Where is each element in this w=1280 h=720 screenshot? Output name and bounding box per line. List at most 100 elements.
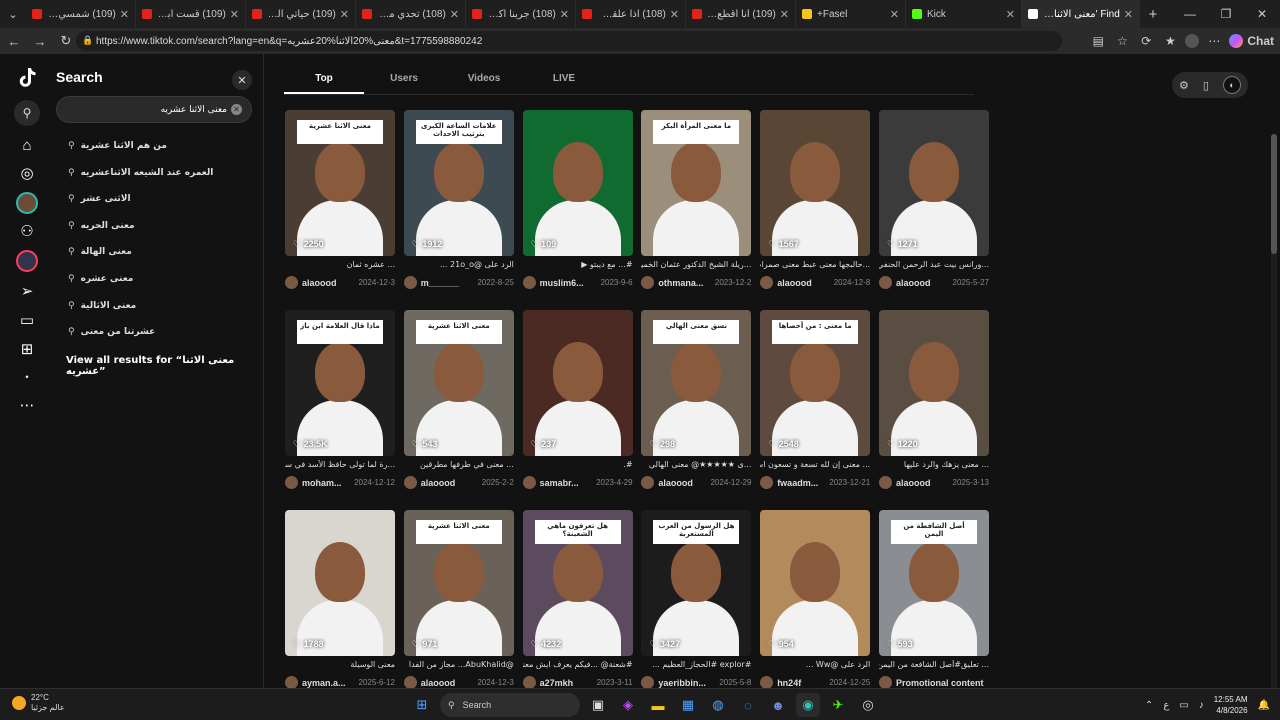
video-thumbnail[interactable]: ♡ 1567 — [760, 110, 871, 256]
video-title[interactable]: ...ريلة الشيخ الدكتور عثمان الخميس — [641, 260, 751, 269]
search-suggestion[interactable]: ⚲ من هم الاثنا عشرية — [68, 138, 167, 154]
following-avatar[interactable] — [16, 192, 38, 214]
creator-avatar[interactable] — [285, 276, 298, 289]
video-card[interactable]: ♡ 1271 ...ورانس بيت عبد الرحمن الحنفي al… — [879, 110, 989, 296]
search-suggestion[interactable]: ⚲ معنى الاثالية — [68, 298, 136, 314]
close-tab-icon[interactable]: ✕ — [890, 8, 899, 21]
back-icon[interactable]: ← — [2, 29, 26, 53]
close-tab-icon[interactable]: ✕ — [340, 8, 349, 21]
settings-icon[interactable]: ⚙ — [1179, 79, 1189, 92]
video-thumbnail[interactable]: معنى الاثنا عشرية ♡ 543 — [403, 310, 514, 456]
browser-tab[interactable]: (108) اذا علقت تتعاف ✕ — [576, 0, 686, 28]
video-thumbnail[interactable]: علامات الساعة الكبرى بترتيب الاحداث ♡ 19… — [403, 110, 514, 256]
taskbar-search[interactable]: ⚲ Search — [440, 693, 580, 717]
creator-avatar[interactable] — [641, 276, 655, 289]
creator-name[interactable]: ayman.a... — [302, 678, 359, 688]
browser-tab[interactable]: (108) جربنا أكل شوار ✕ — [466, 0, 576, 28]
discord-icon[interactable]: ☻ — [766, 693, 790, 717]
creator-avatar[interactable] — [760, 476, 774, 489]
close-window-button[interactable]: ✕ — [1244, 0, 1280, 28]
tab-list-button[interactable]: ⌄ — [0, 0, 26, 28]
creator-name[interactable]: m______ — [421, 278, 478, 288]
video-thumbnail[interactable]: ♡ 954 — [760, 510, 871, 656]
friends-icon[interactable]: ⚇ — [16, 220, 38, 242]
clock[interactable]: 12:55 AM 4/8/2026 — [1214, 694, 1248, 716]
video-thumbnail[interactable]: نسق معنى الهالي ♡ 298 — [641, 310, 752, 456]
creator-name[interactable]: Promotional content — [896, 678, 989, 688]
more-menu-icon[interactable]: ⋯ — [1205, 34, 1223, 48]
tab-live[interactable]: LIVE — [524, 68, 604, 94]
favorites-icon[interactable]: ★ — [1161, 34, 1179, 48]
video-card[interactable]: ♡ 954 الرد على @Ww ... hn24f 2024-12-25 — [760, 510, 871, 696]
video-title[interactable]: ... معنى في طرفها مطرقين — [404, 460, 514, 469]
weather-widget[interactable]: 22°C عالم جزئيا — [12, 693, 65, 713]
search-suggestion[interactable]: ⚲ معنى عشره — [68, 271, 133, 287]
creator-name[interactable]: a27mkh — [540, 678, 597, 688]
browser-tab[interactable]: (109) أنا أقطع بدور ✕ — [686, 0, 796, 28]
creator-name[interactable]: moham... — [302, 478, 354, 488]
video-title[interactable]: ...حالبجها معنى عبط معنى صمرات — [760, 260, 870, 269]
creator-name[interactable]: hn24f — [777, 678, 829, 688]
video-title[interactable]: @AbuKhalid... مجاز من الفدا — [404, 660, 514, 669]
close-search-icon[interactable]: ✕ — [232, 70, 252, 90]
video-title[interactable]: معنى الوسيلة — [285, 660, 395, 669]
scrollbar-thumb[interactable] — [1271, 134, 1277, 254]
video-thumbnail[interactable]: ما معنى : من أحصاها ♡ 2548 — [760, 310, 871, 456]
favorite-star-icon[interactable]: ☆ — [1113, 34, 1131, 48]
notifications-icon[interactable]: 🔔 — [1258, 700, 1270, 711]
messenger-icon[interactable]: ◌ — [736, 693, 760, 717]
store-icon[interactable]: ◈ — [616, 693, 640, 717]
video-card[interactable]: معنى الاثنا عشرية ♡ 971 @AbuKhalid... مج… — [403, 510, 514, 696]
video-card[interactable]: ♡ 1567 ...حالبجها معنى عبط معنى صمرات al… — [760, 110, 871, 296]
upload-icon[interactable]: ⊞ — [16, 338, 38, 360]
view-all-results-link[interactable]: View all results for “معنى الاثنا عشريه” — [66, 355, 263, 377]
video-thumbnail[interactable]: ♡ 1788 — [285, 510, 395, 656]
video-thumbnail[interactable]: ♡ 1220 — [879, 310, 989, 456]
profile-avatar[interactable] — [1185, 34, 1200, 48]
video-thumbnail[interactable]: معنى الاثنا عشرية ♡ 2250 — [285, 110, 395, 256]
new-tab-button[interactable]: + — [1140, 6, 1166, 23]
video-card[interactable]: نسق معنى الهالي ♡ 298 ...ى ★★★★★@ معنى ا… — [641, 310, 752, 496]
creator-avatar[interactable] — [403, 476, 417, 489]
video-title[interactable]: #... مع ديبتو ▶ — [523, 260, 632, 269]
file-explorer-icon[interactable]: ▬ — [646, 693, 670, 717]
reader-icon[interactable]: ▤ — [1089, 34, 1107, 48]
video-title[interactable]: ...ورانس بيت عبد الرحمن الحنفي — [879, 260, 989, 269]
creator-name[interactable]: alaoood — [896, 278, 953, 288]
video-title[interactable]: ... معنى إن لله تسعة و تسعون اسما — [760, 460, 870, 469]
creator-name[interactable]: alaoood — [777, 278, 834, 288]
creator-name[interactable]: samabr... — [540, 478, 597, 488]
explore-icon[interactable]: ◎ — [16, 162, 38, 184]
creator-name[interactable]: alaoood — [421, 678, 478, 688]
video-card[interactable]: علامات الساعة الكبرى بترتيب الاحداث ♡ 19… — [403, 110, 514, 296]
browser-tab[interactable]: Find 'معنى الاثنا عشريه' ✕ — [1022, 0, 1140, 28]
video-card[interactable]: ماذا قال العلامة ابن باز ♡ 23.5K ...رة ل… — [285, 310, 395, 496]
video-title[interactable]: ... عشره ثمان — [285, 260, 395, 269]
more-icon[interactable]: ⋯ — [16, 394, 38, 416]
tab-videos[interactable]: Videos — [444, 68, 524, 94]
browser-tab[interactable]: (109) قست ابو عابد ✕ — [136, 0, 246, 28]
close-tab-icon[interactable]: ✕ — [560, 8, 569, 21]
video-card[interactable]: معنى الاثنا عشرية ♡ 543 ... معنى في طرفه… — [403, 310, 514, 496]
video-card[interactable]: ♡ 109 #... مع ديبتو ▶ muslim6... 2023-9-… — [522, 110, 633, 296]
creator-name[interactable]: muslim6... — [540, 278, 601, 288]
search-suggestion[interactable]: ⚲ العمره عند الشيعه الاثناعشريه — [68, 165, 213, 181]
video-title[interactable]: ... تعليق#أصل الشافعة من اليمن — [879, 660, 989, 669]
tab-users[interactable]: Users — [364, 68, 444, 94]
browser-tab[interactable]: Fasel+ ✕ — [796, 0, 906, 28]
forward-icon[interactable]: → — [28, 29, 52, 53]
network-icon[interactable]: ▭ — [1179, 700, 1188, 711]
creator-avatar[interactable] — [760, 276, 774, 289]
video-thumbnail[interactable]: ما معنى المرأة البكر — [641, 110, 752, 256]
creator-name[interactable]: yaeribbin... — [658, 678, 719, 688]
home-icon[interactable]: ⌂ — [16, 134, 38, 156]
copilot-chat-button[interactable]: Chat — [1229, 34, 1274, 48]
video-thumbnail[interactable]: ماذا قال العلامة ابن باز ♡ 23.5K — [285, 310, 395, 456]
search-suggestion[interactable]: ⚲ الاثنى عشر — [68, 191, 131, 207]
video-thumbnail[interactable]: ♡ 237 — [522, 310, 633, 456]
tiktok-logo-icon[interactable] — [16, 66, 38, 90]
video-card[interactable]: هل الرسول من العرب المستعربة ♡ 3427 #exp… — [641, 510, 752, 696]
video-card[interactable]: ♡ 1220 ... معنى يزهك والرد عليها alaoood… — [879, 310, 989, 496]
video-card[interactable]: ما معنى : من أحصاها ♡ 2548 ... معنى إن ل… — [760, 310, 871, 496]
close-tab-icon[interactable]: ✕ — [450, 8, 459, 21]
